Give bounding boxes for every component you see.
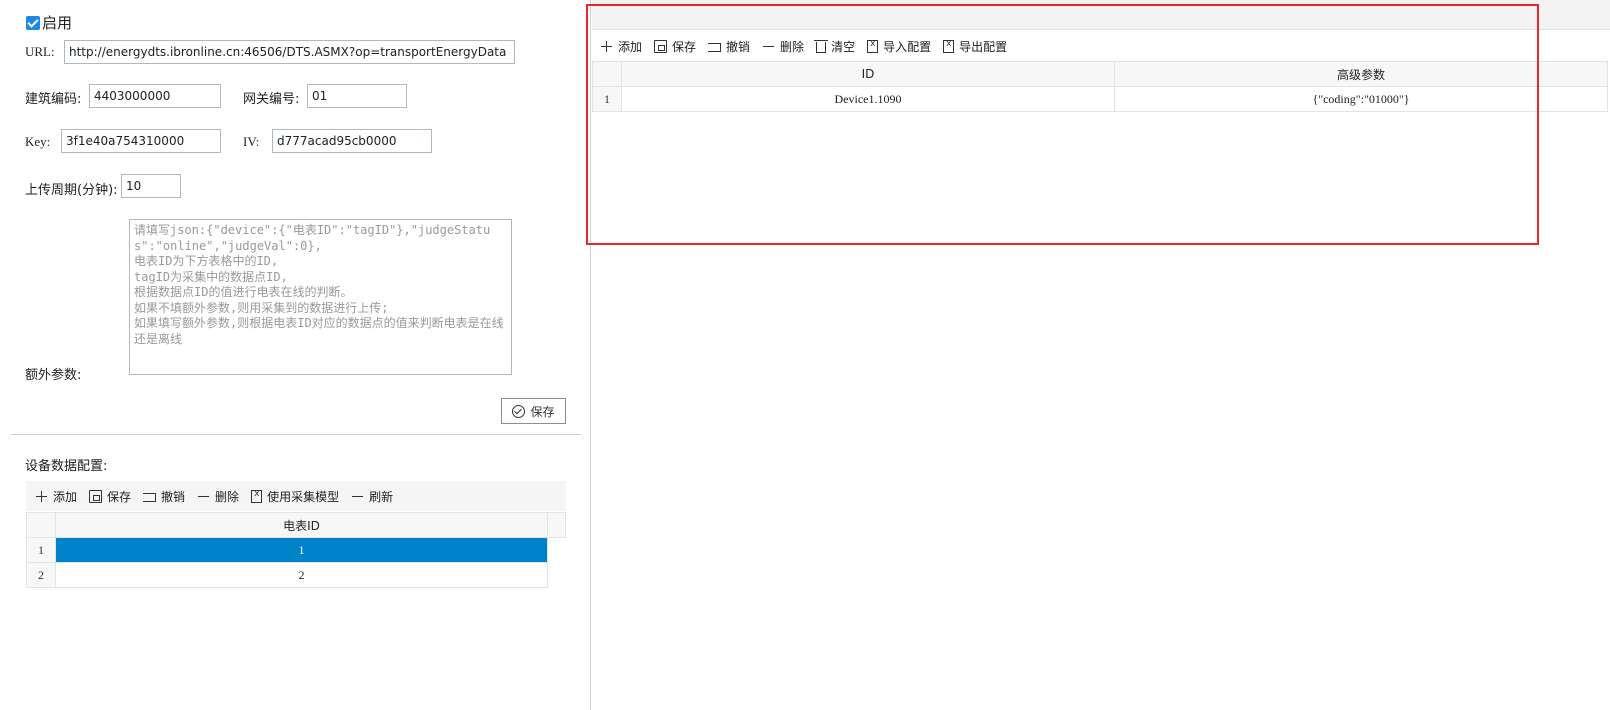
check-circle-icon [512, 404, 526, 418]
minus-icon [197, 490, 210, 503]
row-number-header [26, 512, 56, 538]
device-table: 电表ID 1 1 2 2 [26, 512, 566, 588]
device-save-button[interactable]: 保存 [89, 488, 131, 505]
period-input[interactable] [121, 174, 181, 198]
iv-input[interactable] [272, 129, 432, 153]
meter-id-cell[interactable]: 2 [55, 562, 548, 588]
iv-label: IV: [243, 134, 260, 149]
enable-checkbox-row[interactable]: 启用 [26, 12, 72, 33]
device-delete-button[interactable]: 删除 [197, 488, 239, 505]
table-row[interactable]: 1 1 [26, 537, 566, 563]
meter-id-cell[interactable]: 1 [55, 537, 548, 563]
refresh-button[interactable]: 刷新 [351, 488, 393, 505]
minus-icon [351, 490, 364, 503]
device-config-title: 设备数据配置: [25, 459, 108, 474]
save-icon [89, 489, 103, 503]
enable-label: 启用 [42, 14, 73, 32]
scroll-gutter [547, 512, 566, 538]
form-save-button[interactable]: 保存 [501, 398, 566, 424]
left-panel: 启用 URL: 建筑编码: 网关编号: Key: IV: 上传周期(分钟): 请… [0, 0, 591, 710]
excel-file-icon [251, 489, 263, 503]
key-label: Key: [25, 134, 51, 149]
key-input[interactable] [61, 129, 221, 153]
building-code-label: 建筑编码: [25, 92, 82, 107]
divider [11, 434, 581, 435]
enable-checkbox[interactable] [26, 15, 40, 30]
extra-params-textarea[interactable]: 请填写json:{"device":{"电表ID":"tagID"},"judg… [129, 219, 512, 375]
device-add-button[interactable]: 添加 [35, 488, 77, 505]
period-label: 上传周期(分钟): [25, 183, 118, 198]
undo-icon [143, 492, 157, 502]
table-row[interactable]: 2 2 [26, 562, 566, 588]
use-model-button[interactable]: 使用采集模型 [251, 488, 339, 505]
row-number: 2 [26, 562, 56, 588]
gateway-input[interactable] [307, 84, 407, 108]
device-undo-label: 撤销 [161, 489, 186, 504]
building-code-input[interactable] [89, 84, 221, 108]
device-undo-button[interactable]: 撤销 [143, 488, 185, 505]
meter-id-header: 电表ID [55, 512, 548, 538]
use-model-label: 使用采集模型 [267, 489, 340, 504]
device-delete-label: 删除 [215, 489, 240, 504]
device-add-label: 添加 [53, 489, 78, 504]
highlight-box [586, 4, 1539, 245]
plus-icon [35, 490, 48, 503]
device-save-label: 保存 [107, 489, 132, 504]
gateway-label: 网关编号: [243, 92, 300, 107]
form-save-label: 保存 [530, 404, 555, 419]
url-input[interactable] [64, 40, 515, 64]
extra-params-label: 额外参数: [25, 368, 82, 383]
refresh-label: 刷新 [369, 489, 394, 504]
device-config-toolbar: 添加 保存 撤销 删除 使用采集模型 刷新 [26, 481, 566, 511]
row-number: 1 [26, 537, 56, 563]
url-label: URL: [25, 44, 55, 59]
